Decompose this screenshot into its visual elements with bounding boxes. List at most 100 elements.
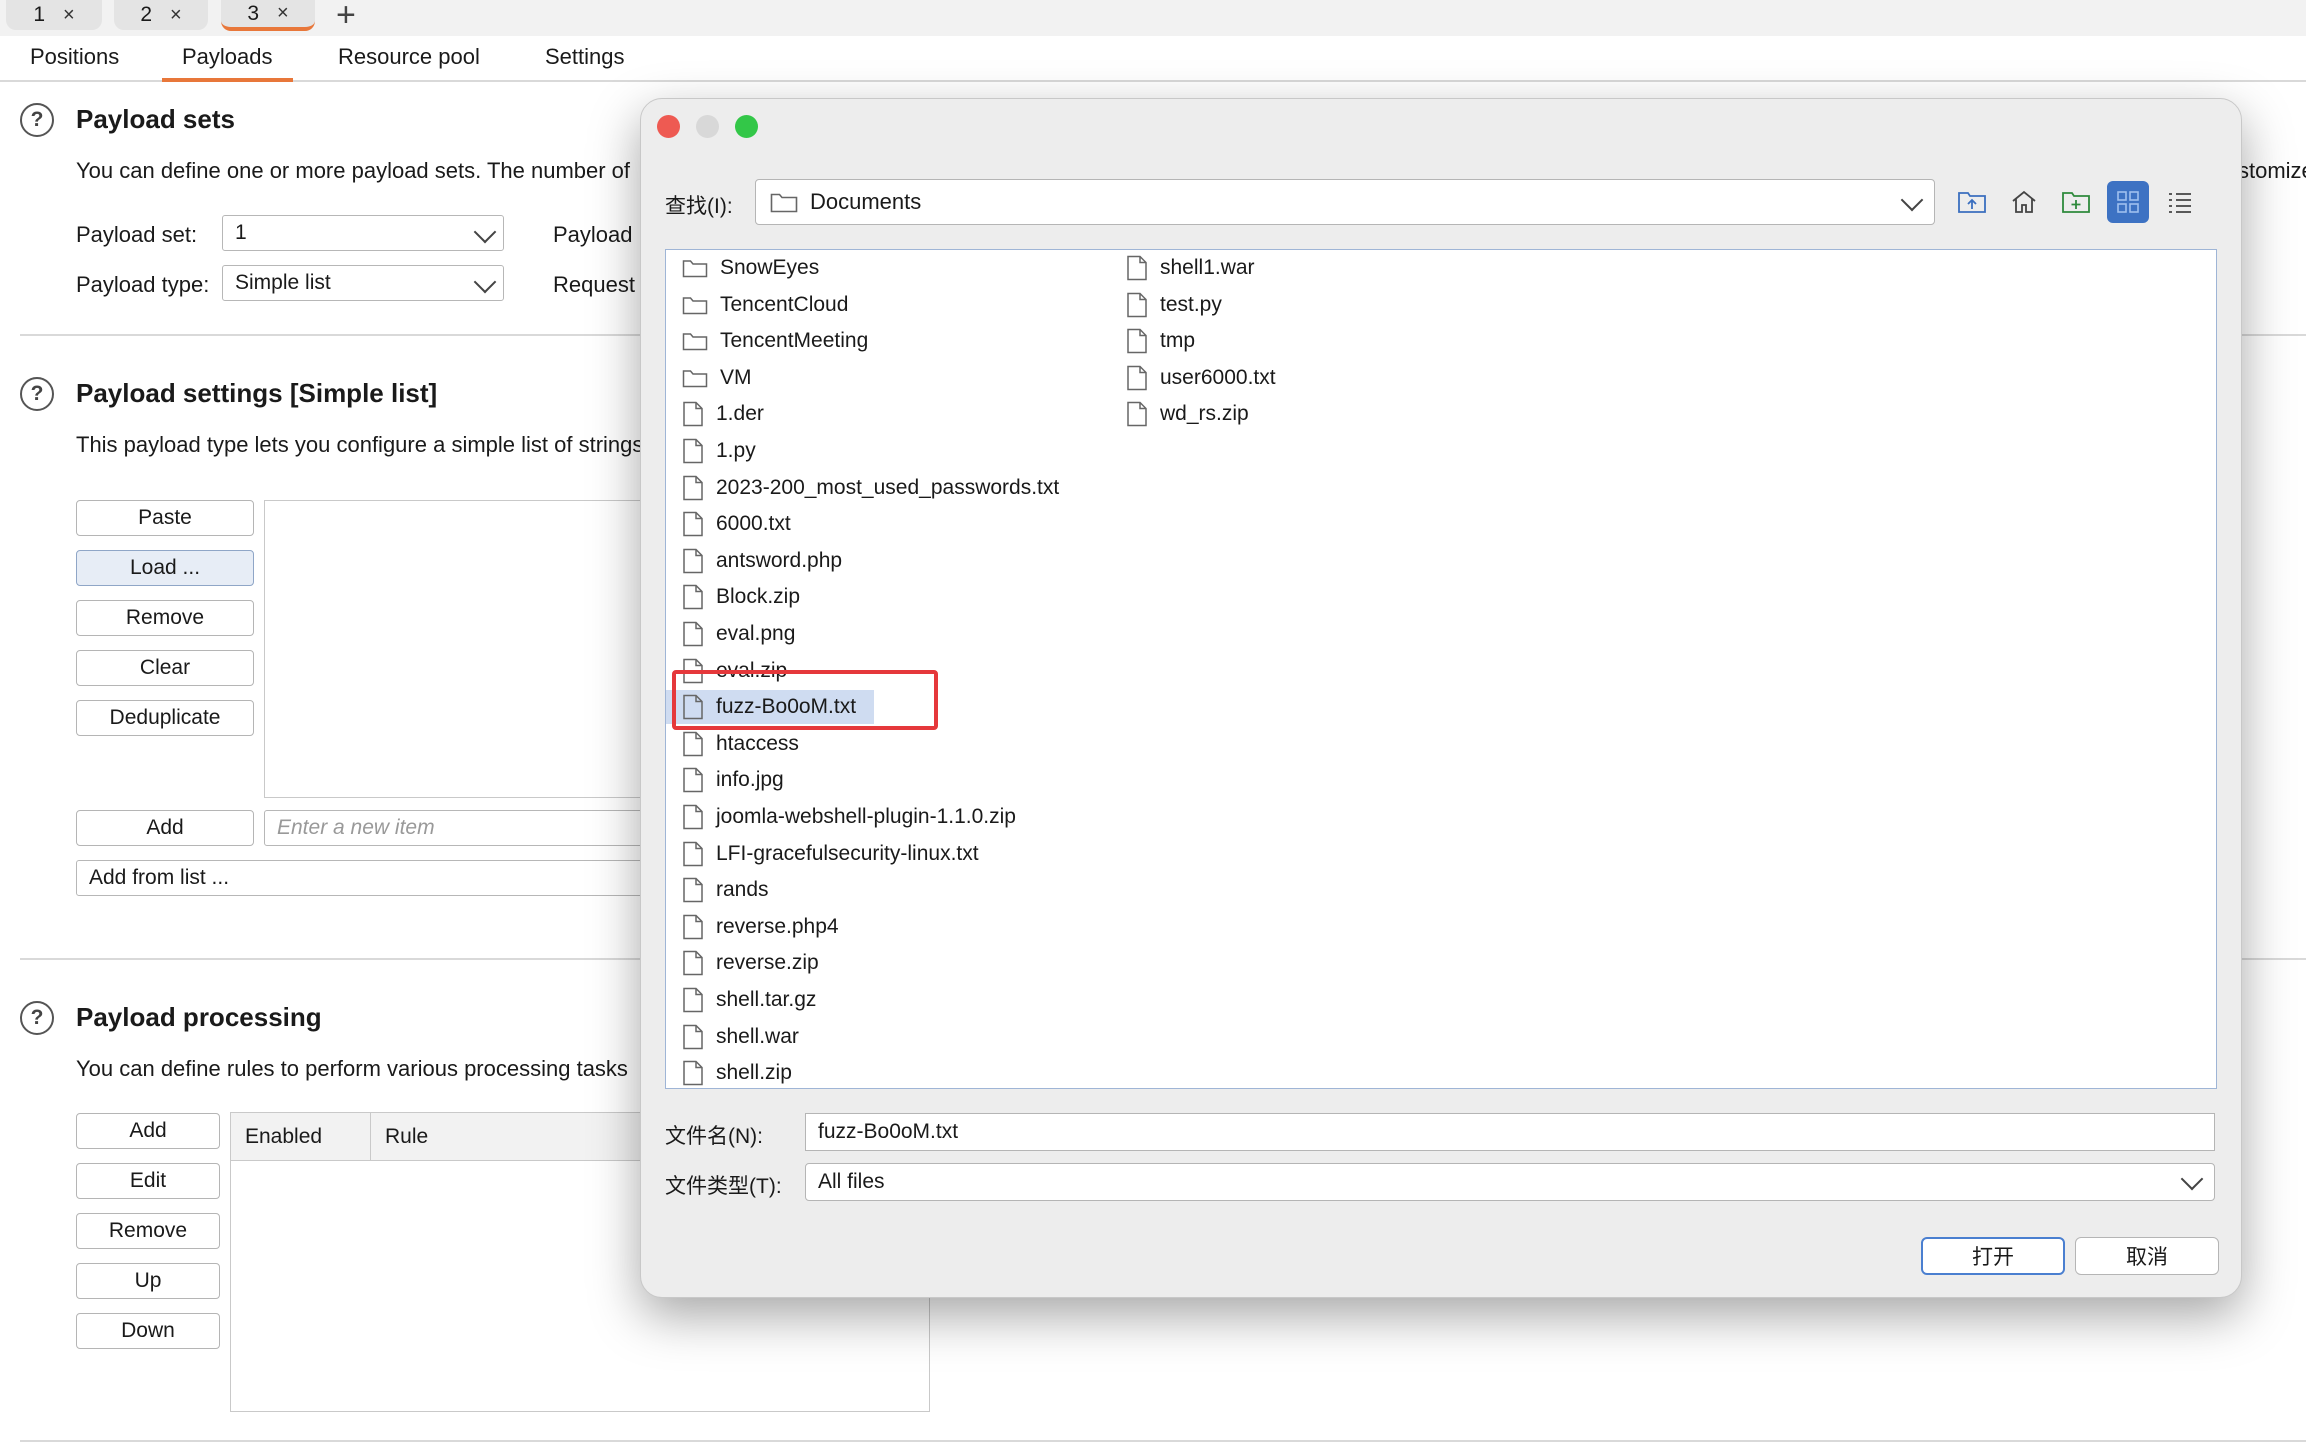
payload-type-select[interactable]: Simple list	[222, 265, 504, 301]
load-button[interactable]: Load ...	[76, 550, 254, 586]
payload-list[interactable]	[264, 500, 666, 798]
file-item[interactable]: Block.zip	[682, 580, 800, 614]
file-item[interactable]: rands	[682, 873, 769, 907]
file-item[interactable]: 1.py	[682, 434, 756, 468]
filetype-select[interactable]: All files	[805, 1163, 2215, 1201]
section-title-payload-sets: Payload sets	[76, 104, 235, 134]
file-icon	[683, 548, 703, 574]
file-item[interactable]: shell1.war	[1126, 251, 1255, 285]
file-icon	[683, 1060, 703, 1086]
file-item[interactable]: 6000.txt	[682, 507, 791, 541]
close-icon[interactable]: ×	[277, 2, 289, 25]
file-item[interactable]: shell.war	[682, 1020, 799, 1054]
file-name: test.py	[1160, 293, 1222, 316]
tab-settings[interactable]: Settings	[545, 44, 625, 78]
file-item[interactable]: htaccess	[682, 727, 799, 761]
file-name: info.jpg	[716, 768, 784, 791]
file-icon	[683, 731, 703, 757]
rule-remove-button[interactable]: Remove	[76, 1213, 220, 1249]
file-item[interactable]: 2023-200_most_used_passwords.txt	[682, 471, 1059, 505]
details-view-button[interactable]	[2159, 181, 2201, 223]
file-item[interactable]: shell.zip	[682, 1056, 792, 1090]
section-divider	[20, 1440, 2306, 1442]
tab-label: 3	[247, 1, 259, 25]
deduplicate-button[interactable]: Deduplicate	[76, 700, 254, 736]
rule-up-button[interactable]: Up	[76, 1263, 220, 1299]
file-name: 6000.txt	[716, 512, 791, 535]
file-item[interactable]: 1.der	[682, 397, 764, 431]
file-item[interactable]: reverse.php4	[682, 910, 839, 944]
window-zoom-button[interactable]	[735, 115, 758, 138]
file-icon	[683, 877, 703, 903]
folder-icon	[770, 193, 798, 213]
file-item[interactable]: test.py	[1126, 288, 1222, 322]
up-folder-button[interactable]	[1951, 181, 1993, 223]
folder-item[interactable]: SnowEyes	[682, 251, 819, 285]
tab-resource-pool[interactable]: Resource pool	[338, 44, 480, 78]
list-view-button[interactable]	[2107, 181, 2149, 223]
chevron-down-icon	[473, 220, 497, 244]
help-icon[interactable]: ?	[20, 1001, 54, 1035]
file-item[interactable]: user6000.txt	[1126, 361, 1276, 395]
close-icon[interactable]: ×	[170, 4, 182, 27]
chevron-down-icon	[2180, 1167, 2204, 1191]
file-item[interactable]: LFI-gracefulsecurity-linux.txt	[682, 837, 979, 871]
folder-item[interactable]: VM	[682, 361, 752, 395]
file-name: reverse.zip	[716, 951, 819, 974]
add-item-button[interactable]: Add	[76, 810, 254, 846]
intruder-tab-strip: 1 × 2 × 3 × +	[0, 0, 2306, 36]
folder-item[interactable]: TencentMeeting	[682, 324, 868, 358]
file-item[interactable]: shell.tar.gz	[682, 983, 816, 1017]
file-item[interactable]: eval.png	[682, 617, 795, 651]
file-item[interactable]: info.jpg	[682, 763, 784, 797]
chevron-down-icon	[473, 270, 497, 294]
tab-positions[interactable]: Positions	[30, 44, 119, 78]
tab-payloads[interactable]: Payloads	[162, 44, 293, 82]
help-icon[interactable]: ?	[20, 377, 54, 411]
file-item[interactable]: tmp	[1126, 324, 1195, 358]
new-item-input[interactable]: Enter a new item	[264, 810, 664, 846]
file-name: 2023-200_most_used_passwords.txt	[716, 476, 1060, 499]
folder-item[interactable]: TencentCloud	[682, 288, 848, 322]
open-button[interactable]: 打开	[1921, 1237, 2065, 1275]
file-item[interactable]: joomla-webshell-plugin-1.1.0.zip	[682, 800, 1016, 834]
add-from-list-select[interactable]: Add from list ...	[76, 860, 664, 896]
file-name: TencentCloud	[720, 293, 849, 316]
cancel-button[interactable]: 取消	[2075, 1237, 2219, 1275]
rule-down-button[interactable]: Down	[76, 1313, 220, 1349]
file-icon	[683, 438, 703, 464]
close-icon[interactable]: ×	[63, 4, 75, 27]
remove-button[interactable]: Remove	[76, 600, 254, 636]
payload-settings-description: This payload type lets you configure a s…	[76, 432, 644, 457]
intruder-tab-2[interactable]: 2 ×	[114, 0, 208, 30]
intruder-tab-3[interactable]: 3 ×	[221, 0, 315, 31]
new-folder-button[interactable]	[2055, 181, 2097, 223]
window-minimize-button[interactable]	[696, 115, 719, 138]
payload-set-select[interactable]: 1	[222, 215, 504, 251]
help-icon[interactable]: ?	[20, 103, 54, 137]
home-icon	[2012, 190, 2036, 213]
window-close-button[interactable]	[657, 115, 680, 138]
file-icon	[683, 621, 703, 647]
file-icon	[683, 804, 703, 830]
add-tab-icon[interactable]: +	[336, 0, 356, 35]
file-name: eval.png	[716, 622, 796, 645]
intruder-tab-1[interactable]: 1 ×	[6, 0, 102, 30]
look-in-select[interactable]: Documents	[755, 179, 1935, 225]
payload-sets-description: You can define one or more payload sets.…	[76, 158, 631, 183]
file-name: joomla-webshell-plugin-1.1.0.zip	[716, 805, 1016, 828]
paste-button[interactable]: Paste	[76, 500, 254, 536]
file-list[interactable]: SnowEyes TencentCloud TencentMeeting VM 1.de…	[665, 249, 2217, 1089]
rule-add-button[interactable]: Add	[76, 1113, 220, 1149]
home-button[interactable]	[2003, 181, 2045, 223]
folder-icon	[682, 333, 708, 351]
section-title-payload-processing: Payload processing	[76, 1002, 322, 1032]
file-item[interactable]: wd_rs.zip	[1126, 397, 1249, 431]
column-enabled[interactable]: Enabled	[231, 1113, 371, 1161]
filename-input[interactable]: fuzz-Bo0oM.txt	[805, 1113, 2215, 1151]
file-name: 1.py	[716, 439, 756, 462]
clear-button[interactable]: Clear	[76, 650, 254, 686]
file-item[interactable]: reverse.zip	[682, 946, 819, 980]
file-item[interactable]: antsword.php	[682, 544, 842, 578]
rule-edit-button[interactable]: Edit	[76, 1163, 220, 1199]
